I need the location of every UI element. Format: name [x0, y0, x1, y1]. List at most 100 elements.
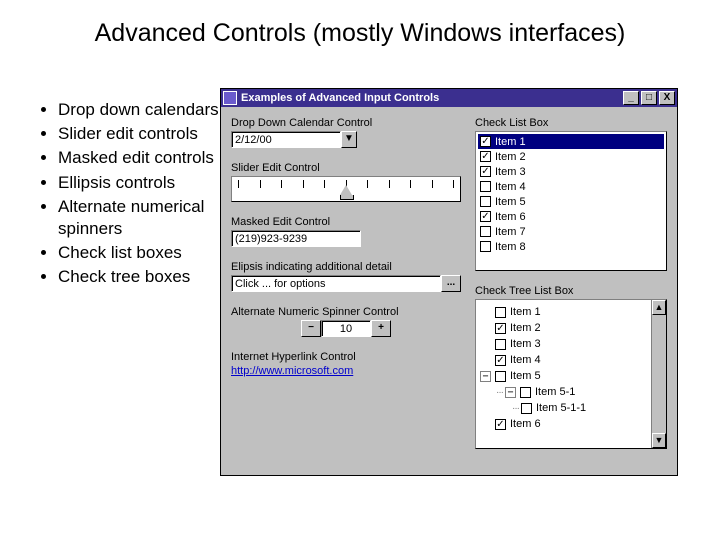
- checklist-item[interactable]: Item 8: [478, 239, 664, 254]
- system-menu-icon[interactable]: [223, 91, 237, 105]
- bullet-item: Slider edit controls: [58, 123, 220, 145]
- checkbox-icon[interactable]: [480, 241, 491, 252]
- masked-label: Masked Edit Control: [231, 216, 461, 228]
- checktree-label: Check Tree List Box: [475, 285, 667, 297]
- tree-item-label: Item 6: [510, 418, 541, 430]
- checkbox-icon[interactable]: ✓: [480, 166, 491, 177]
- calendar-dropdown-button[interactable]: ▼: [341, 131, 357, 148]
- spinner-label: Alternate Numeric Spinner Control: [231, 306, 461, 318]
- slider-label: Slider Edit Control: [231, 162, 461, 174]
- checklist-label: Check List Box: [475, 117, 667, 129]
- checkbox-icon[interactable]: [521, 403, 532, 414]
- bullet-item: Alternate numerical spinners: [58, 196, 220, 240]
- bullet-item: Ellipsis controls: [58, 172, 220, 194]
- tree-item[interactable]: ✓ Item 2: [480, 320, 662, 336]
- checklist-item-label: Item 6: [495, 211, 526, 223]
- checklist-box[interactable]: ✓ Item 1 ✓ Item 2 ✓ Item 3 Item 4 Item 5 ✓ Item 6…: [475, 131, 667, 271]
- maximize-button[interactable]: □: [641, 91, 657, 105]
- checklist-item-label: Item 8: [495, 241, 526, 253]
- checkbox-icon[interactable]: ✓: [480, 211, 491, 222]
- spinner-minus-button[interactable]: −: [301, 320, 321, 337]
- tree-connector-icon: ···: [496, 387, 503, 398]
- slider-control[interactable]: [231, 176, 461, 202]
- checkbox-icon[interactable]: ✓: [495, 323, 506, 334]
- checkbox-icon[interactable]: [520, 387, 531, 398]
- checkbox-icon[interactable]: ✓: [480, 136, 491, 147]
- bullet-list: Drop down calendarsSlider edit controlsM…: [40, 49, 220, 290]
- scroll-down-icon[interactable]: ▼: [652, 433, 666, 448]
- tree-item[interactable]: Item 3: [480, 336, 662, 352]
- checklist-item[interactable]: ✓ Item 1: [478, 134, 664, 149]
- checkbox-icon[interactable]: [480, 181, 491, 192]
- checklist-item[interactable]: ✓ Item 2: [478, 149, 664, 164]
- checkbox-icon[interactable]: [480, 196, 491, 207]
- slider-thumb-icon[interactable]: [340, 185, 352, 195]
- scrollbar[interactable]: ▲ ▼: [651, 300, 666, 448]
- masked-input[interactable]: (219)923-9239: [231, 230, 361, 247]
- titlebar[interactable]: Examples of Advanced Input Controls _ □ …: [221, 89, 677, 107]
- tree-item[interactable]: ✓ Item 6: [480, 416, 662, 432]
- scroll-up-icon[interactable]: ▲: [652, 300, 666, 315]
- masked-section: Masked Edit Control (219)923-9239: [231, 216, 461, 247]
- checklist-item-label: Item 4: [495, 181, 526, 193]
- calendar-section: Drop Down Calendar Control 2/12/00 ▼: [231, 117, 461, 148]
- spinner-plus-button[interactable]: +: [371, 320, 391, 337]
- bullet-item: Masked edit controls: [58, 147, 220, 169]
- checkbox-icon[interactable]: ✓: [495, 355, 506, 366]
- checkbox-icon[interactable]: [495, 339, 506, 350]
- checklist-item[interactable]: Item 7: [478, 224, 664, 239]
- tree-item-label: Item 1: [510, 306, 541, 318]
- chevron-down-icon: ▼: [344, 133, 354, 144]
- checklist-item-label: Item 7: [495, 226, 526, 238]
- bullet-item: Check tree boxes: [58, 266, 220, 288]
- tree-item[interactable]: ···− Item 5-1: [480, 384, 662, 400]
- tree-item-label: Item 5-1: [535, 386, 575, 398]
- bullet-item: Check list boxes: [58, 242, 220, 264]
- tree-expander-icon[interactable]: −: [505, 387, 516, 398]
- checkbox-icon[interactable]: ✓: [480, 151, 491, 162]
- slider-section: Slider Edit Control: [231, 162, 461, 202]
- spinner-input[interactable]: 10: [321, 320, 371, 337]
- checktree-box[interactable]: Item 1✓Item 2Item 3✓Item 4−Item 5···−Ite…: [475, 299, 667, 449]
- tree-item-label: Item 3: [510, 338, 541, 350]
- minimize-button[interactable]: _: [623, 91, 639, 105]
- tree-item-label: Item 2: [510, 322, 541, 334]
- calendar-input[interactable]: 2/12/00: [231, 131, 341, 148]
- checklist-item-label: Item 1: [495, 136, 526, 148]
- checkbox-icon[interactable]: [495, 371, 506, 382]
- checkbox-icon[interactable]: [495, 307, 506, 318]
- calendar-label: Drop Down Calendar Control: [231, 117, 461, 129]
- ellipsis-input[interactable]: Click ... for options: [231, 275, 441, 292]
- checklist-item[interactable]: Item 5: [478, 194, 664, 209]
- tree-item-label: Item 4: [510, 354, 541, 366]
- close-button[interactable]: X: [659, 91, 675, 105]
- checkbox-icon[interactable]: ✓: [495, 419, 506, 430]
- checklist-item[interactable]: ✓ Item 6: [478, 209, 664, 224]
- checktree-section: Check Tree List Box Item 1 ✓ Item 2 Item 3 ✓…: [475, 285, 667, 449]
- checklist-section: Check List Box ✓ Item 1 ✓ Item 2 ✓ Item 3 Item…: [475, 117, 667, 271]
- spinner-section: Alternate Numeric Spinner Control − 10 +: [231, 306, 461, 337]
- checklist-item-label: Item 2: [495, 151, 526, 163]
- tree-item[interactable]: − Item 5: [480, 368, 662, 384]
- checklist-item-label: Item 5: [495, 196, 526, 208]
- checklist-item[interactable]: Item 4: [478, 179, 664, 194]
- tree-item[interactable]: ✓ Item 4: [480, 352, 662, 368]
- window-title: Examples of Advanced Input Controls: [241, 92, 623, 104]
- hyperlink[interactable]: http://www.microsoft.com: [231, 365, 353, 377]
- tree-connector-icon: ···: [512, 403, 519, 414]
- ellipsis-button[interactable]: ...: [441, 275, 461, 292]
- ellipsis-label: Elipsis indicating additional detail: [231, 261, 461, 273]
- checkbox-icon[interactable]: [480, 226, 491, 237]
- tree-item[interactable]: Item 1: [480, 304, 662, 320]
- tree-item-label: Item 5-1-1: [536, 402, 586, 414]
- tree-item-label: Item 5: [510, 370, 541, 382]
- tree-item[interactable]: ··· Item 5-1-1: [480, 400, 662, 416]
- slide-title: Advanced Controls (mostly Windows interf…: [0, 0, 720, 49]
- bullet-item: Drop down calendars: [58, 99, 220, 121]
- checklist-item[interactable]: ✓ Item 3: [478, 164, 664, 179]
- ellipsis-section: Elipsis indicating additional detail Cli…: [231, 261, 461, 292]
- tree-expander-icon[interactable]: −: [480, 371, 491, 382]
- checklist-item-label: Item 3: [495, 166, 526, 178]
- hyperlink-label: Internet Hyperlink Control: [231, 351, 461, 363]
- hyperlink-section: Internet Hyperlink Control http://www.mi…: [231, 351, 461, 377]
